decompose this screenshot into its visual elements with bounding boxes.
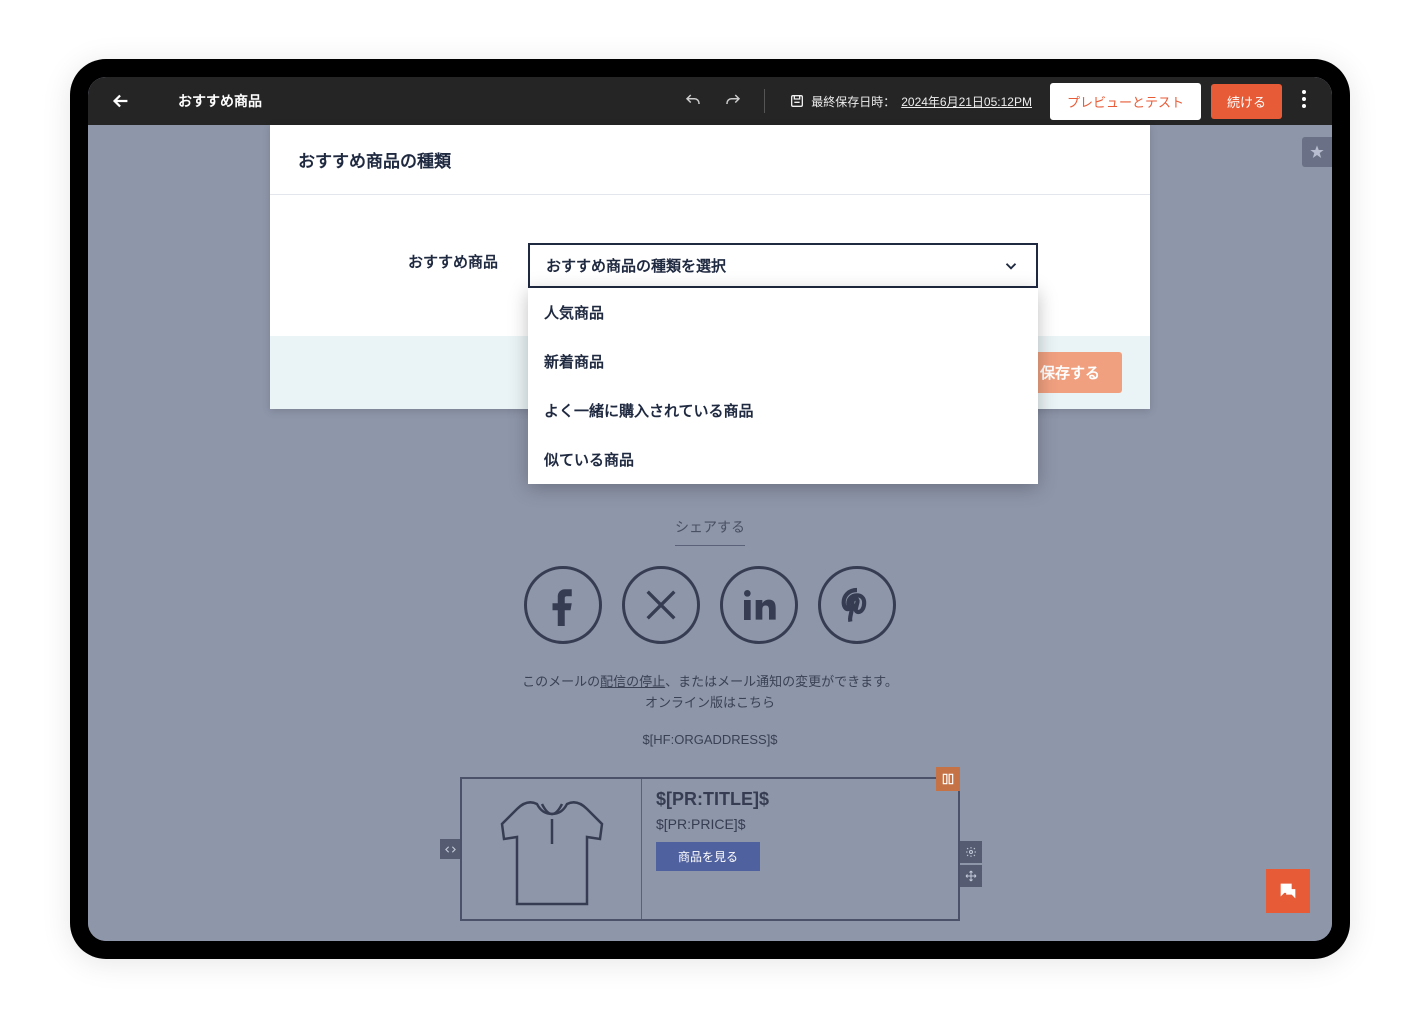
product-title: $[PR:TITLE]$ bbox=[656, 789, 944, 810]
code-icon[interactable] bbox=[440, 839, 460, 859]
panel-title: おすすめ商品の種類 bbox=[298, 147, 1122, 172]
field-label: おすすめ商品 bbox=[298, 243, 498, 272]
unsubscribe-link[interactable]: 配信の停止 bbox=[600, 674, 665, 689]
header-bar: おすすめ商品 最終保存日時：2024年6月21日05:12PM プレビューとテス… bbox=[88, 77, 1332, 125]
column-layout-icon[interactable] bbox=[936, 767, 960, 791]
star-icon[interactable] bbox=[1302, 137, 1332, 167]
org-address: $[HF:ORGADDRESS]$ bbox=[430, 732, 990, 747]
page-title: おすすめ商品 bbox=[178, 91, 262, 111]
gear-icon[interactable] bbox=[960, 841, 982, 863]
email-footer: このメールの配信の停止、またはメール通知の変更ができます。 オンライン版はこちら bbox=[430, 672, 990, 714]
dropdown-option-popular[interactable]: 人気商品 bbox=[528, 288, 1038, 337]
back-button[interactable] bbox=[104, 84, 138, 118]
recommendation-type-select[interactable]: おすすめ商品の種類を選択 bbox=[528, 243, 1038, 288]
last-saved-info[interactable]: 最終保存日時：2024年6月21日05:12PM bbox=[781, 89, 1040, 114]
x-twitter-icon[interactable] bbox=[622, 566, 700, 644]
chat-fab[interactable] bbox=[1266, 869, 1310, 913]
move-icon[interactable] bbox=[960, 865, 982, 887]
preview-test-button[interactable]: プレビューとテスト bbox=[1050, 83, 1201, 120]
dropdown-option-new[interactable]: 新着商品 bbox=[528, 337, 1038, 386]
redo-button[interactable] bbox=[718, 86, 748, 116]
dropdown-option-similar[interactable]: 似ている商品 bbox=[528, 435, 1038, 484]
save-icon bbox=[789, 93, 805, 109]
product-image bbox=[462, 779, 642, 919]
facebook-icon[interactable] bbox=[524, 566, 602, 644]
more-menu-button[interactable] bbox=[1292, 90, 1316, 113]
social-icons-row bbox=[430, 566, 990, 644]
view-product-button[interactable]: 商品を見る bbox=[656, 842, 760, 871]
dropdown-option-bought-together[interactable]: よく一緒に購入されている商品 bbox=[528, 386, 1038, 435]
recommendation-type-panel: おすすめ商品の種類 おすすめ商品 おすすめ商品の種類を選択 人気商品 新着商品 … bbox=[270, 125, 1150, 409]
product-block[interactable]: $[PR:TITLE]$ $[PR:PRICE]$ 商品を見る bbox=[460, 777, 960, 921]
product-price: $[PR:PRICE]$ bbox=[656, 816, 944, 832]
share-title: シェアする bbox=[675, 517, 745, 546]
pinterest-icon[interactable] bbox=[818, 566, 896, 644]
linkedin-icon[interactable] bbox=[720, 566, 798, 644]
continue-button[interactable]: 続ける bbox=[1211, 84, 1282, 119]
dropdown-menu: 人気商品 新着商品 よく一緒に購入されている商品 似ている商品 bbox=[528, 288, 1038, 484]
email-preview: シェアする このメールの配信の停止、またはメー bbox=[430, 517, 990, 747]
chevron-down-icon bbox=[1002, 257, 1020, 275]
undo-button[interactable] bbox=[678, 86, 708, 116]
